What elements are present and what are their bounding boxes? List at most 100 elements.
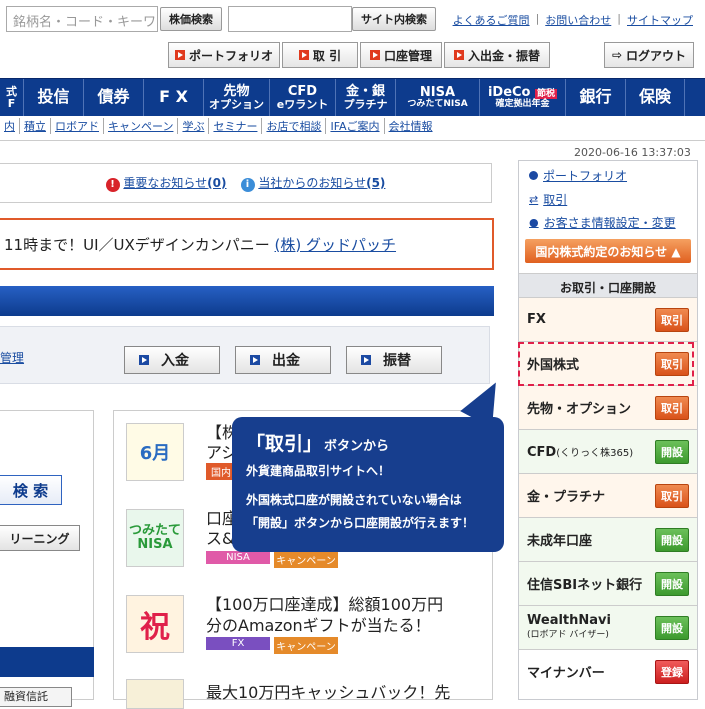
site-search-button[interactable]: サイト内検索 — [352, 7, 436, 31]
news-title[interactable]: 【100万口座達成】総額100万円 分のAmazonギフトが当たる！ — [206, 595, 443, 637]
subnav-item[interactable]: 積立 — [20, 118, 51, 134]
transfer-button[interactable]: 振替 — [346, 346, 442, 374]
subnav-item[interactable]: ロボアド — [51, 118, 104, 134]
withdraw-button[interactable]: 出金 — [235, 346, 331, 374]
account-actions: 管理 入金 出金 振替 — [0, 326, 490, 384]
calendar-icon: 6月 — [126, 423, 184, 481]
account-header-bar — [0, 286, 494, 316]
logout-icon: ⇨ — [611, 48, 623, 62]
deposit-button[interactable]: 入金 — [124, 346, 220, 374]
account-manage-button[interactable]: 口座管理 — [360, 42, 442, 68]
news-tag: キャンペーン — [274, 551, 338, 568]
arrow-icon — [298, 50, 309, 60]
callout-bubble: 「取引」 ボタンから 外貨建商品取引サイトへ！ 外国株式口座が開設されていない場合… — [232, 417, 504, 552]
divider — [0, 140, 705, 141]
contact-link[interactable]: お問い合わせ — [545, 12, 611, 28]
subnav-item[interactable]: IFAご案内 — [326, 118, 385, 134]
timestamp: 2020-06-16 13:37:03 — [574, 146, 691, 159]
subnav-item[interactable]: セミナー — [209, 118, 263, 134]
search-button[interactable]: 検 索 — [0, 475, 62, 505]
arrow-icon — [174, 50, 185, 60]
nav-bonds[interactable]: 債券 — [84, 79, 144, 116]
open-button[interactable]: 開設 — [655, 571, 689, 596]
trade-button[interactable]: 取 引 — [282, 42, 358, 68]
news-title[interactable]: 最大10万円キャッシュバック！先 — [206, 679, 450, 703]
news-tag: キャンペーン — [274, 637, 338, 654]
service-row-futures: 先物・オプション 取引 — [519, 385, 697, 429]
account-manage-label: 口座管理 — [383, 48, 432, 63]
callout-line: 外貨建商品取引サイトへ！ — [246, 464, 391, 478]
screening-button[interactable]: リーニング — [0, 525, 80, 551]
deposit-transfer-label: 入出金・振替 — [467, 48, 540, 63]
subnav-item[interactable]: キャンペーン — [104, 118, 179, 134]
open-button[interactable]: 開設 — [655, 615, 689, 640]
arrow-icon — [361, 355, 371, 365]
callout-title-rest: ボタンから — [324, 439, 390, 454]
celebration-icon: 祝 — [126, 595, 184, 653]
service-row-minor: 未成年口座 開設 — [519, 517, 697, 561]
exchange-icon: ⇄ — [529, 193, 539, 206]
service-row-gold: 金・プラチナ 取引 — [519, 473, 697, 517]
faq-link[interactable]: よくあるご質問 — [453, 12, 530, 28]
nav-stock[interactable]: 式F — [0, 79, 24, 116]
notice-bar: ! 重要なお知らせ(0) i 当社からのお知らせ(5) — [0, 163, 492, 203]
trade-link[interactable]: ⇄ 取引 — [529, 191, 567, 208]
portfolio-link[interactable]: ポートフォリオ — [529, 167, 627, 184]
nav-bank[interactable]: 銀行 — [566, 79, 626, 116]
service-row-bank: 住信SBIネット銀行 開設 — [519, 561, 697, 605]
deposit-transfer-button[interactable]: 入出金・振替 — [444, 42, 550, 68]
promo-banner: 11時まで！UI／UXデザインカンパニー (株) グッドパッチ — [0, 218, 494, 270]
stock-search-button[interactable]: 株価検索 — [160, 7, 222, 31]
company-notice[interactable]: i 当社からのお知らせ(5) — [240, 174, 385, 192]
profile-link[interactable]: ● お客さま情報設定・変更 — [529, 214, 676, 231]
important-notice[interactable]: ! 重要なお知らせ(0) — [105, 174, 227, 192]
news-tag: FX — [206, 637, 270, 650]
trade-button[interactable]: 取引 — [655, 483, 689, 508]
service-row-mynumber: マイナンバー 登録 — [519, 649, 697, 693]
banner-text: 11時まで！UI／UXデザインカンパニー — [4, 235, 270, 254]
portfolio-button[interactable]: ポートフォリオ — [168, 42, 280, 68]
account-manage-link[interactable]: 管理 — [0, 349, 24, 366]
nav-nisa[interactable]: NISA つみたてNISA — [396, 79, 480, 116]
subnav-item[interactable]: お店で相談 — [262, 118, 327, 134]
callout-line: ボタンから口座開設が行えます！ — [294, 516, 475, 530]
sitemap-link[interactable]: サイトマップ — [627, 12, 693, 28]
trade-label: 取 引 — [312, 48, 342, 63]
open-button[interactable]: 開設 — [655, 527, 689, 552]
open-button[interactable]: 開設 — [655, 439, 689, 464]
callout-line: 外国株式口座が開設されていない場合は — [246, 493, 462, 507]
trust-button[interactable]: 融資信託 — [0, 687, 72, 707]
subnav-item[interactable]: 学ぶ — [178, 118, 210, 134]
logout-button[interactable]: ⇨ ログアウト — [604, 42, 694, 68]
pie-icon — [529, 171, 538, 180]
subnav-item[interactable]: 内 — [0, 118, 20, 134]
cashback-icon — [126, 679, 184, 709]
alert-icon: ! — [105, 178, 120, 192]
nav-funds[interactable]: 投信 — [24, 79, 84, 116]
nav-gold[interactable]: 金・銀 プラチナ — [336, 79, 396, 116]
main-nav: 式F 投信 債券 F X 先物 オプション CFD eワラント 金・銀 プラチナ NI… — [0, 78, 705, 116]
stock-notice-button[interactable]: 国内株式約定のお知らせ ▲ — [525, 239, 691, 263]
trade-button[interactable]: 取引 — [655, 395, 689, 420]
left-blue-bar — [0, 647, 94, 677]
register-button[interactable]: 登録 — [655, 659, 689, 684]
search-input[interactable]: 銘柄名・コード・キーワ — [6, 6, 158, 32]
service-row-fx: FX 取引 — [519, 297, 697, 341]
arrow-icon — [453, 50, 464, 60]
service-row-wealthnavi: WealthNavi (ロボアド バイザー) 開設 — [519, 605, 697, 649]
banner-link[interactable]: (株) グッドパッチ — [275, 234, 396, 255]
news-tag: NISA — [206, 551, 270, 564]
site-search-input[interactable] — [228, 6, 352, 32]
callout-open-label: 「開設」 — [246, 516, 295, 530]
nav-fx[interactable]: F X — [144, 79, 204, 116]
arrow-icon — [139, 355, 149, 365]
nav-futures[interactable]: 先物 オプション — [204, 79, 270, 116]
arrow-icon — [250, 355, 260, 365]
trade-button[interactable]: 取引 — [655, 307, 689, 332]
nav-ideco[interactable]: iDeCo 節税 確定拠出年金 — [480, 79, 566, 116]
nav-insurance[interactable]: 保険 — [626, 79, 685, 116]
nav-cfd[interactable]: CFD eワラント — [270, 79, 336, 116]
info-icon: i — [240, 178, 255, 192]
arrow-icon — [369, 50, 380, 60]
subnav-item[interactable]: 会社情報 — [385, 118, 437, 134]
